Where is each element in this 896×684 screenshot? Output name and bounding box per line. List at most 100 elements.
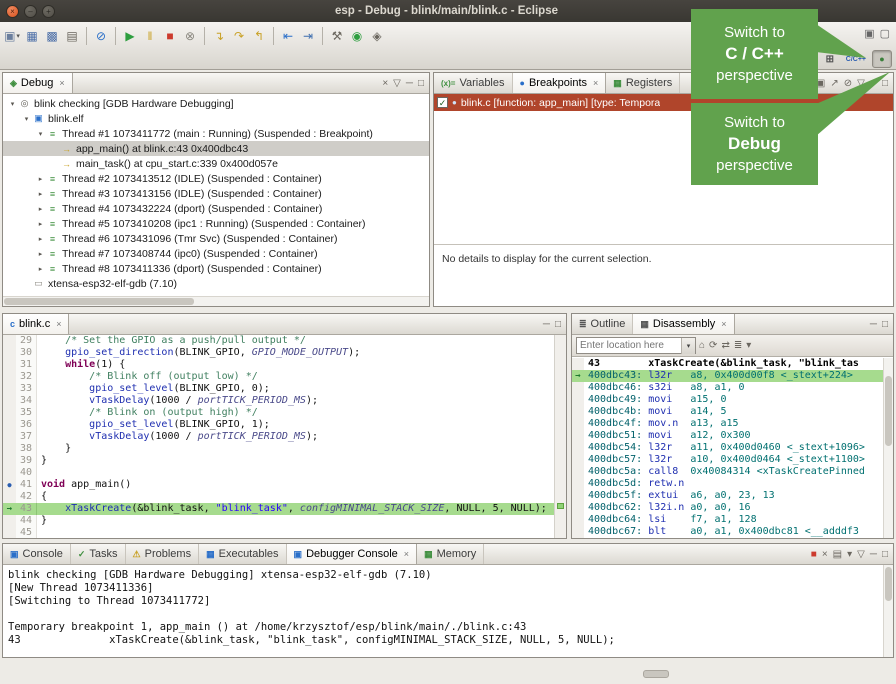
disassembly-row[interactable]: 400dbc64: lsi f7, a1, 128	[572, 514, 883, 526]
tab-blink-c[interactable]: cblink.c×	[3, 314, 69, 334]
debug-tree-item[interactable]: ▸≡Thread #5 1073410208 (ipc1 : Running) …	[3, 216, 429, 231]
disassembly-row[interactable]: 400dbc67: blt a0, a1, 0x400dbc81 <__addd…	[572, 526, 883, 538]
expand-arrow-icon[interactable]: ▸	[35, 250, 46, 258]
tab-breakpoints[interactable]: ●Breakpoints×	[513, 73, 607, 93]
disassembly-row[interactable]: 400dbc5f: extui a6, a0, 23, 13	[572, 490, 883, 502]
breakpoint-row[interactable]: ✓ ● blink.c [function: app_main] [type: …	[434, 94, 893, 111]
resume-button[interactable]: ▶	[120, 25, 140, 47]
minimize-disassembly-button[interactable]: ─	[870, 319, 877, 330]
code-line[interactable]: 44}	[3, 515, 554, 527]
disassembly-row[interactable]: 400dbc54: l32r a11, 0x400d0460 <_stext+1…	[572, 442, 883, 454]
code-line[interactable]: 31 while(1) {	[3, 359, 554, 371]
minimize-console-button[interactable]: ─	[870, 549, 877, 560]
debug-tree-item[interactable]: ▭xtensa-esp32-elf-gdb (7.10)	[3, 276, 429, 291]
debug-tree-item[interactable]: ▸≡Thread #8 1073411336 (dport) (Suspende…	[3, 261, 429, 276]
tab-debug[interactable]: ◈Debug×	[3, 73, 73, 93]
blink-c-tab-close-icon[interactable]: ×	[56, 319, 61, 329]
run-external-tools-button[interactable]: ◉	[347, 25, 367, 47]
code-line[interactable]: 37 vTaskDelay(1000 / portTICK_PERIOD_MS)…	[3, 431, 554, 443]
instruction-stepping-button[interactable]: ⇥	[298, 25, 318, 47]
debug-tree-item[interactable]: ▸≡Thread #2 1073413512 (IDLE) (Suspended…	[3, 171, 429, 186]
suspend-button[interactable]: ‖	[140, 25, 160, 47]
maximize-disassembly-button[interactable]: □	[882, 319, 888, 330]
pin-editor-button[interactable]: ▣	[864, 27, 874, 40]
code-line[interactable]: 38 }	[3, 443, 554, 455]
disassembly-options-button[interactable]: ▾	[746, 340, 751, 351]
remove-all-terminated-button[interactable]: ×	[382, 78, 388, 89]
new-wizard-button[interactable]: ▣▾	[2, 25, 22, 47]
tab-console[interactable]: ▣Console	[3, 544, 71, 564]
window-close-button[interactable]: ×	[6, 5, 19, 18]
collapse-arrow-icon[interactable]: ▾	[21, 115, 32, 123]
code-line[interactable]: 45	[3, 527, 554, 538]
tab-registers[interactable]: ▦Registers	[606, 73, 680, 93]
console-scrollbar[interactable]	[883, 565, 893, 657]
console-view-menu-button[interactable]: ▽	[857, 549, 865, 560]
refresh-disassembly-button[interactable]: ⟳	[709, 340, 717, 351]
scrollbar-handle[interactable]	[4, 298, 194, 305]
current-line-marker-icon[interactable]	[557, 503, 564, 509]
expand-arrow-icon[interactable]: ▸	[35, 220, 46, 228]
tab-outline[interactable]: ≣Outline	[572, 314, 633, 334]
window-views-button[interactable]: ▢	[880, 27, 890, 40]
disassembly-rows[interactable]: 43 xTaskCreate(&blink_task, "blink_tas→4…	[572, 358, 883, 538]
tab-tasks[interactable]: ✓Tasks	[71, 544, 126, 564]
debug-tree-item[interactable]: ▸≡Thread #7 1073408744 (ipc0) (Suspended…	[3, 246, 429, 261]
console-output[interactable]: blink checking [GDB Hardware Debugging] …	[3, 565, 883, 657]
step-into-button[interactable]: ↴	[209, 25, 229, 47]
print-button[interactable]: ▤	[62, 25, 82, 47]
maximize-editor-button[interactable]: □	[555, 319, 561, 330]
debug-tree-item[interactable]: ▾▣blink.elf	[3, 111, 429, 126]
disassembly-row[interactable]: 400dbc4b: movi a14, 5	[572, 406, 883, 418]
tab-problems[interactable]: ⚠Problems	[126, 544, 200, 564]
disconnect-button[interactable]: ⊗	[180, 25, 200, 47]
step-return-button[interactable]: ↰	[249, 25, 269, 47]
debugger-console-tab-close-icon[interactable]: ×	[404, 549, 409, 559]
code-line[interactable]: 34 vTaskDelay(1000 / portTICK_PERIOD_MS)…	[3, 395, 554, 407]
maximize-debug-view-button[interactable]: □	[418, 78, 424, 89]
window-maximize-button[interactable]: +	[42, 5, 55, 18]
overview-ruler[interactable]	[554, 335, 566, 538]
display-selected-console-button[interactable]: ▾	[847, 549, 852, 560]
step-over-button[interactable]: ↷	[229, 25, 249, 47]
debug-perspective-button[interactable]: ●	[872, 50, 892, 68]
save-button[interactable]: ▦	[22, 25, 42, 47]
open-perspective-button[interactable]: ⊞	[820, 50, 840, 68]
debug-tab-close-icon[interactable]: ×	[59, 78, 64, 88]
disassembly-row[interactable]: 400dbc49: movi a15, 0	[572, 394, 883, 406]
skip-all-breakpoints-button[interactable]: ⊘	[91, 25, 111, 47]
code-line[interactable]: 29 /* Set the GPIO as a push/pull output…	[3, 335, 554, 347]
expand-arrow-icon[interactable]: ▸	[35, 265, 46, 273]
code-area[interactable]: 29 /* Set the GPIO as a push/pull output…	[3, 335, 554, 538]
debug-view-menu-button[interactable]: ▽	[393, 78, 401, 89]
bottom-scrollbar-handle[interactable]	[643, 670, 669, 678]
breakpoints-view-menu-button[interactable]: ▽	[857, 78, 865, 89]
scrollbar-handle[interactable]	[885, 567, 892, 601]
clear-console-button[interactable]: ▤	[833, 549, 842, 560]
skip-all-breakpoints-view-button[interactable]: ⊘	[844, 78, 852, 89]
disassembly-row[interactable]: 400dbc57: l32r a10, 0x400d0464 <_stext+1…	[572, 454, 883, 466]
debug-tree-item[interactable]: →main_task() at cpu_start.c:339 0x400d05…	[3, 156, 429, 171]
drop-to-frame-button[interactable]: ⇤	[278, 25, 298, 47]
expand-arrow-icon[interactable]: ▸	[35, 190, 46, 198]
terminate-console-button[interactable]: ■	[811, 549, 817, 560]
scrollbar-handle[interactable]	[885, 376, 892, 446]
tab-disassembly[interactable]: ▦Disassembly×	[633, 314, 734, 334]
debug-tree-item[interactable]: ▸≡Thread #3 1073413156 (IDLE) (Suspended…	[3, 186, 429, 201]
breakpoint-checkbox[interactable]: ✓	[437, 97, 448, 108]
disassembly-row[interactable]: 400dbc4f: mov.n a13, a15	[572, 418, 883, 430]
collapse-arrow-icon[interactable]: ▾	[35, 130, 46, 138]
expand-arrow-icon[interactable]: ▸	[35, 175, 46, 183]
cpp-perspective-button[interactable]: C/C++	[843, 50, 869, 68]
debug-tree-item-selected[interactable]: →app_main() at blink.c:43 0x400dbc43	[3, 141, 429, 156]
expand-arrow-icon[interactable]: ▸	[35, 235, 46, 243]
code-line[interactable]: 42{	[3, 491, 554, 503]
remove-launch-button[interactable]: ×	[822, 549, 828, 560]
debug-tree-item[interactable]: ▾≡Thread #1 1073411772 (main : Running) …	[3, 126, 429, 141]
show-source-button[interactable]: ≣	[734, 340, 742, 351]
debug-tree-item[interactable]: ▾◎blink checking [GDB Hardware Debugging…	[3, 96, 429, 111]
disassembly-row[interactable]: 400dbc46: s32i a8, a1, 0	[572, 382, 883, 394]
debug-tree[interactable]: ▾◎blink checking [GDB Hardware Debugging…	[3, 94, 429, 296]
debug-tree-item[interactable]: ▸≡Thread #6 1073431096 (Tmr Svc) (Suspen…	[3, 231, 429, 246]
code-line[interactable]: 39}	[3, 455, 554, 467]
